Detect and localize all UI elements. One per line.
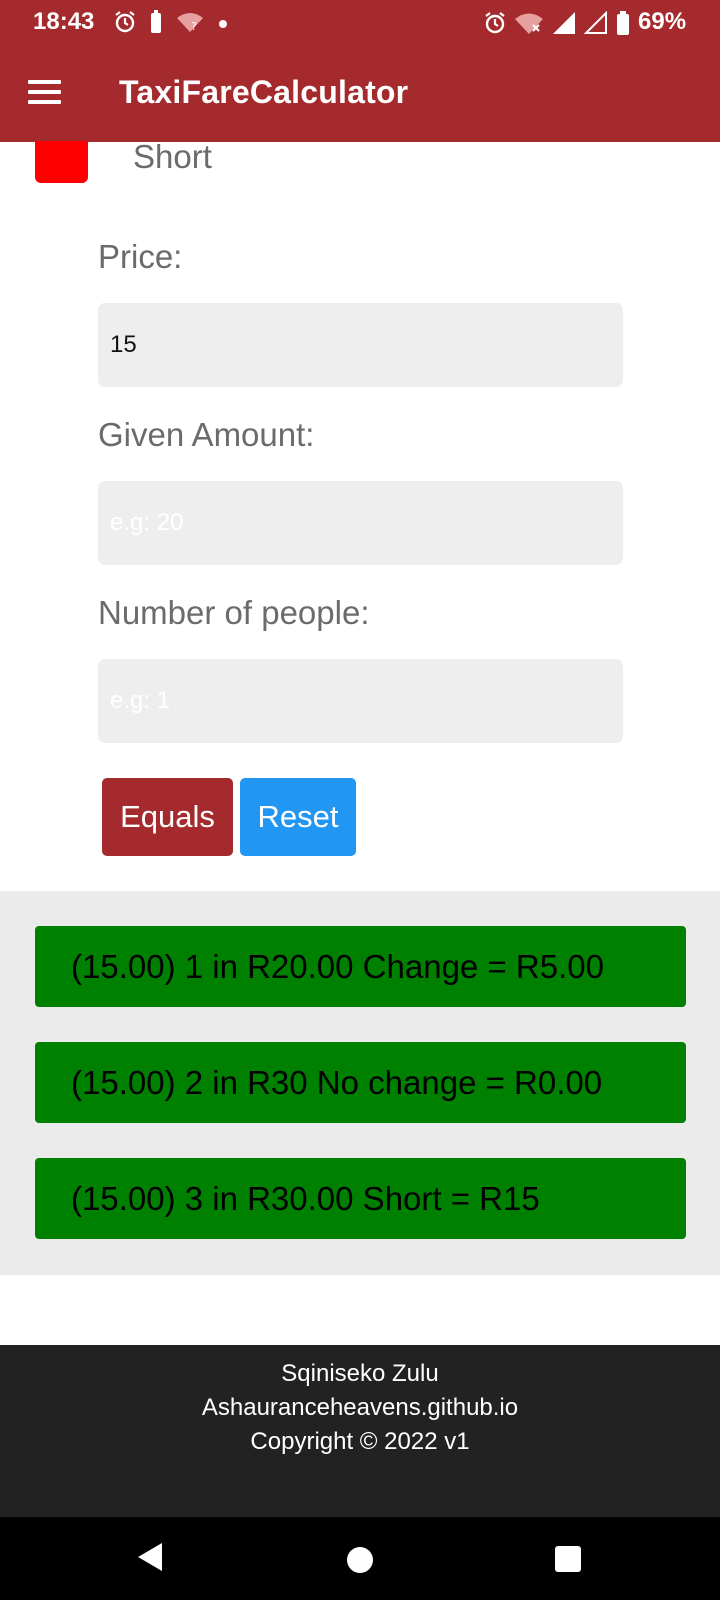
reset-button[interactable]: Reset xyxy=(240,778,356,856)
results-panel: (15.00) 1 in R20.00 Change = R5.00 (15.0… xyxy=(0,891,720,1275)
price-input[interactable] xyxy=(98,303,623,387)
footer-site-link[interactable]: Ashauranceheavens.github.io xyxy=(0,1391,720,1425)
given-amount-label: Given Amount: xyxy=(98,416,315,453)
home-icon[interactable] xyxy=(347,1547,373,1573)
people-label: Number of people: xyxy=(98,594,370,631)
result-item: (15.00) 3 in R30.00 Short = R15 xyxy=(35,1158,686,1239)
hamburger-menu-icon[interactable] xyxy=(28,80,61,104)
battery-icon xyxy=(616,10,630,41)
footer-author: Sqiniseko Zulu xyxy=(281,1360,439,1387)
back-icon[interactable] xyxy=(136,1541,164,1578)
svg-text:?: ? xyxy=(191,20,197,33)
given-amount-input[interactable] xyxy=(98,481,623,565)
recent-apps-icon[interactable] xyxy=(555,1546,581,1572)
app-header: 18:43 ? 69% TaxiFareCalculator xyxy=(0,0,720,142)
system-nav-bar xyxy=(0,1517,720,1600)
signal-icon xyxy=(552,11,576,40)
result-item: (15.00) 2 in R30 No change = R0.00 xyxy=(35,1042,686,1123)
status-bar: 18:43 ? 69% xyxy=(0,0,720,48)
footer-copyright: Copyright © 2022 v1 xyxy=(250,1428,470,1455)
wifi-off-icon xyxy=(514,11,544,40)
signal-empty-icon xyxy=(583,10,608,40)
battery-percent: 69% xyxy=(638,8,687,35)
status-time: 18:43 xyxy=(33,8,95,35)
status-right-icons xyxy=(484,10,630,41)
app-title: TaxiFareCalculator xyxy=(119,74,409,110)
price-label: Price: xyxy=(98,238,183,275)
people-input[interactable] xyxy=(98,659,623,743)
alarm-icon xyxy=(484,11,506,40)
legend-short-label: Short xyxy=(133,138,212,175)
alarm-icon xyxy=(114,10,136,39)
dot-icon xyxy=(218,16,228,34)
legend-short-swatch xyxy=(35,141,88,183)
equals-button[interactable]: Equals xyxy=(102,778,233,856)
status-left-icons: ? xyxy=(114,10,228,39)
app-bar: TaxiFareCalculator xyxy=(0,48,720,142)
battery-saver-icon xyxy=(150,10,162,39)
wifi-question-icon: ? xyxy=(176,11,204,38)
footer: Sqiniseko Zulu Ashauranceheavens.github.… xyxy=(0,1345,720,1517)
result-item: (15.00) 1 in R20.00 Change = R5.00 xyxy=(35,926,686,1007)
